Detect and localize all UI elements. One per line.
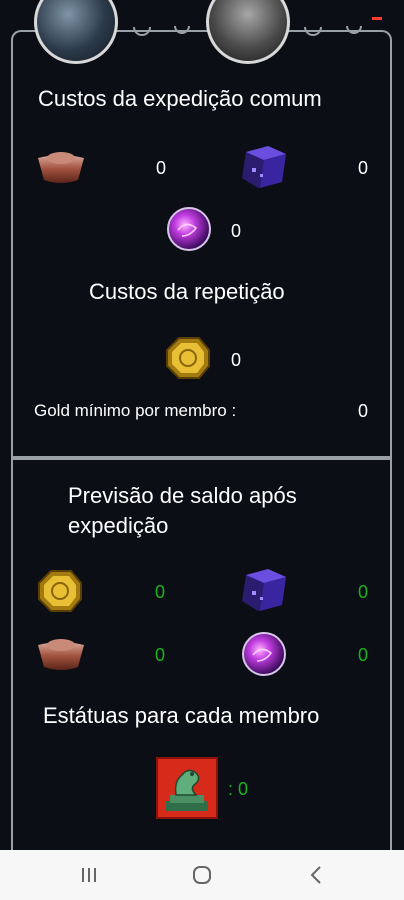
min-gold-value: 0 [358,401,369,421]
gold-coin-icon [166,337,210,379]
purple-cube-icon [242,146,286,188]
repeat-costs-title: Custos da repetição [89,279,285,304]
statues-title: Estátuas para cada membro [43,703,320,728]
forecast-purple-cube-icon [242,569,286,611]
status-indicator [372,17,382,20]
expedition-costs-title: Custos da expedição comum [38,86,322,111]
statues-value: : 0 [228,779,249,799]
recents-icon[interactable] [80,866,98,884]
avatar-dot-left-2 [174,26,190,34]
cost-purple-orb-value: 0 [231,221,242,241]
forecast-purple-orb-value: 0 [358,645,369,665]
repeat-gold-coin-value: 0 [231,350,242,370]
min-gold-label: Gold mínimo por membro : [34,401,237,420]
avatar-dot-left [133,27,151,36]
back-icon[interactable] [308,865,324,885]
avatar-dot-right [304,27,322,36]
avatar-dot-right-2 [346,26,362,34]
cost-silver-ingot-value: 0 [156,158,167,178]
forecast-title: Previsão de saldo após expedição [68,483,297,538]
system-navigation-bar [0,850,404,900]
forecast-purple-orb-icon [242,632,286,676]
silver-ingot-icon [38,152,84,183]
jade-statue-icon [156,757,218,819]
forecast-silver-ingot-icon [38,639,84,670]
forecast-purple-cube-value: 0 [358,582,369,602]
forecast-gold-coin-value: 0 [155,582,166,602]
home-icon[interactable] [192,865,212,885]
purple-orb-icon [167,207,211,251]
forecast-silver-ingot-value: 0 [155,645,166,665]
forecast-gold-coin-icon [38,570,82,612]
cost-purple-cube-value: 0 [358,158,369,178]
